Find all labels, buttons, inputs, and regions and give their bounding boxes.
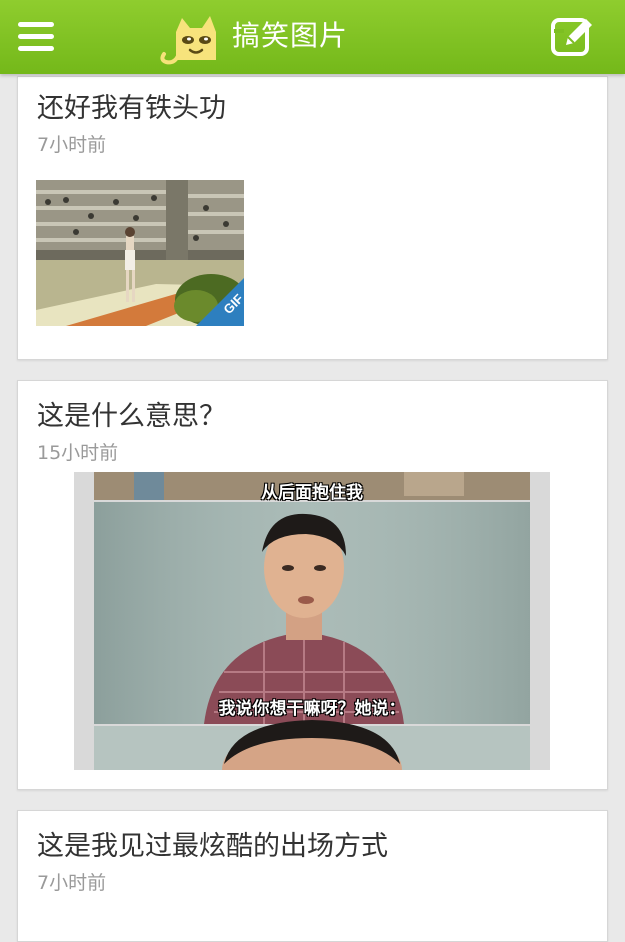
menu-button[interactable]	[12, 14, 64, 58]
image-caption-top: 从后面抱住我	[261, 483, 363, 503]
post-image[interactable]: 从后面抱住我 我说你想干嘛呀？她说：	[74, 472, 550, 770]
meme-photo	[94, 472, 530, 770]
hamburger-menu-icon-line	[18, 46, 54, 51]
hamburger-menu-icon-line	[18, 34, 54, 39]
post-time: 7小时前	[37, 134, 107, 156]
post-time: 7小时前	[37, 872, 107, 894]
gif-badge-icon: GIF	[196, 278, 244, 326]
cat-logo-icon	[160, 16, 216, 65]
compose-button[interactable]	[548, 15, 596, 59]
app-header: 搞笑图片	[0, 0, 625, 74]
post-title: 这是什么意思？	[37, 401, 226, 432]
hamburger-menu-icon	[18, 22, 54, 27]
post-thumbnail-gif[interactable]: GIF	[36, 180, 244, 326]
post-card[interactable]: 还好我有铁头功 7小时前 GIF	[17, 76, 608, 360]
post-card[interactable]: 这是我见过最炫酷的出场方式 7小时前	[17, 810, 608, 942]
post-title: 还好我有铁头功	[37, 93, 226, 124]
post-card[interactable]: 这是什么意思？ 15小时前 从后面抱住我 我说你想干嘛呀？她说：	[17, 380, 608, 790]
image-caption-bottom: 我说你想干嘛呀？她说：	[218, 699, 406, 719]
app-title: 搞笑图片	[232, 19, 349, 52]
post-time: 15小时前	[37, 442, 119, 464]
edit-compose-icon	[551, 18, 592, 56]
post-title: 这是我见过最炫酷的出场方式	[37, 831, 388, 862]
